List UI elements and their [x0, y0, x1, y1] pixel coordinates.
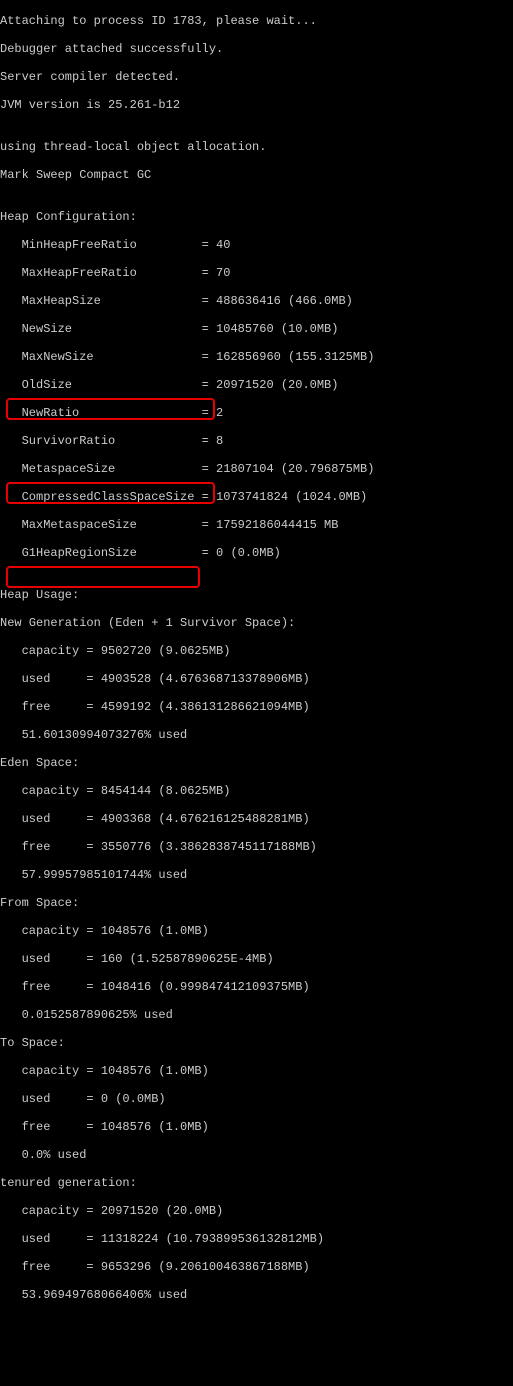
- heap-config-title: Heap Configuration:: [0, 210, 513, 224]
- alloc-line: using thread-local object allocation.: [0, 140, 513, 154]
- heap-config-row: OldSize = 20971520 (20.0MB): [0, 378, 513, 392]
- eden-free: free = 3550776 (3.3862838745117188MB): [0, 840, 513, 854]
- newgen-pct: 51.60130994073276% used: [0, 728, 513, 742]
- tenured-capacity: capacity = 20971520 (20.0MB): [0, 1204, 513, 1218]
- gc-line: Mark Sweep Compact GC: [0, 168, 513, 182]
- heap-config-row: MinHeapFreeRatio = 40: [0, 238, 513, 252]
- from-used: used = 160 (1.52587890625E-4MB): [0, 952, 513, 966]
- highlight-from-pct: [6, 566, 200, 588]
- heap-config-row: MetaspaceSize = 21807104 (20.796875MB): [0, 462, 513, 476]
- newgen-used: used = 4903528 (4.676368713378906MB): [0, 672, 513, 686]
- attach-line: Attaching to process ID 1783, please wai…: [0, 14, 513, 28]
- to-free: free = 1048576 (1.0MB): [0, 1120, 513, 1134]
- from-pct: 0.0152587890625% used: [0, 1008, 513, 1022]
- to-pct: 0.0% used: [0, 1148, 513, 1162]
- heap-config-row: SurvivorRatio = 8: [0, 434, 513, 448]
- heap-config-row: NewRatio = 2: [0, 406, 513, 420]
- from-capacity: capacity = 1048576 (1.0MB): [0, 924, 513, 938]
- tenured-free: free = 9653296 (9.206100463867188MB): [0, 1260, 513, 1274]
- tenured-pct: 53.96949768066406% used: [0, 1288, 513, 1302]
- from-title: From Space:: [0, 896, 513, 910]
- tenured-title: tenured generation:: [0, 1176, 513, 1190]
- heap-config-row: CompressedClassSpaceSize = 1073741824 (1…: [0, 490, 513, 504]
- attached-line: Debugger attached successfully.: [0, 42, 513, 56]
- newgen-free: free = 4599192 (4.386131286621094MB): [0, 700, 513, 714]
- eden-used: used = 4903368 (4.676216125488281MB): [0, 812, 513, 826]
- from-free: free = 1048416 (0.999847412109375MB): [0, 980, 513, 994]
- jvm-version-line: JVM version is 25.261-b12: [0, 98, 513, 112]
- to-used: used = 0 (0.0MB): [0, 1092, 513, 1106]
- to-title: To Space:: [0, 1036, 513, 1050]
- heap-config-row: MaxMetaspaceSize = 17592186044415 MB: [0, 518, 513, 532]
- heap-config-row: NewSize = 10485760 (10.0MB): [0, 322, 513, 336]
- newgen-capacity: capacity = 9502720 (9.0625MB): [0, 644, 513, 658]
- heap-config-row: MaxHeapSize = 488636416 (466.0MB): [0, 294, 513, 308]
- tenured-used: used = 11318224 (10.793899536132812MB): [0, 1232, 513, 1246]
- eden-capacity: capacity = 8454144 (8.0625MB): [0, 784, 513, 798]
- eden-pct: 57.99957985101744% used: [0, 868, 513, 882]
- terminal-output: Attaching to process ID 1783, please wai…: [0, 0, 513, 1386]
- heap-config-row: G1HeapRegionSize = 0 (0.0MB): [0, 546, 513, 560]
- to-capacity: capacity = 1048576 (1.0MB): [0, 1064, 513, 1078]
- heap-config-row: MaxHeapFreeRatio = 70: [0, 266, 513, 280]
- heap-usage-title: Heap Usage:: [0, 588, 513, 602]
- compiler-line: Server compiler detected.: [0, 70, 513, 84]
- eden-title: Eden Space:: [0, 756, 513, 770]
- heap-config-row: MaxNewSize = 162856960 (155.3125MB): [0, 350, 513, 364]
- newgen-title: New Generation (Eden + 1 Survivor Space)…: [0, 616, 513, 630]
